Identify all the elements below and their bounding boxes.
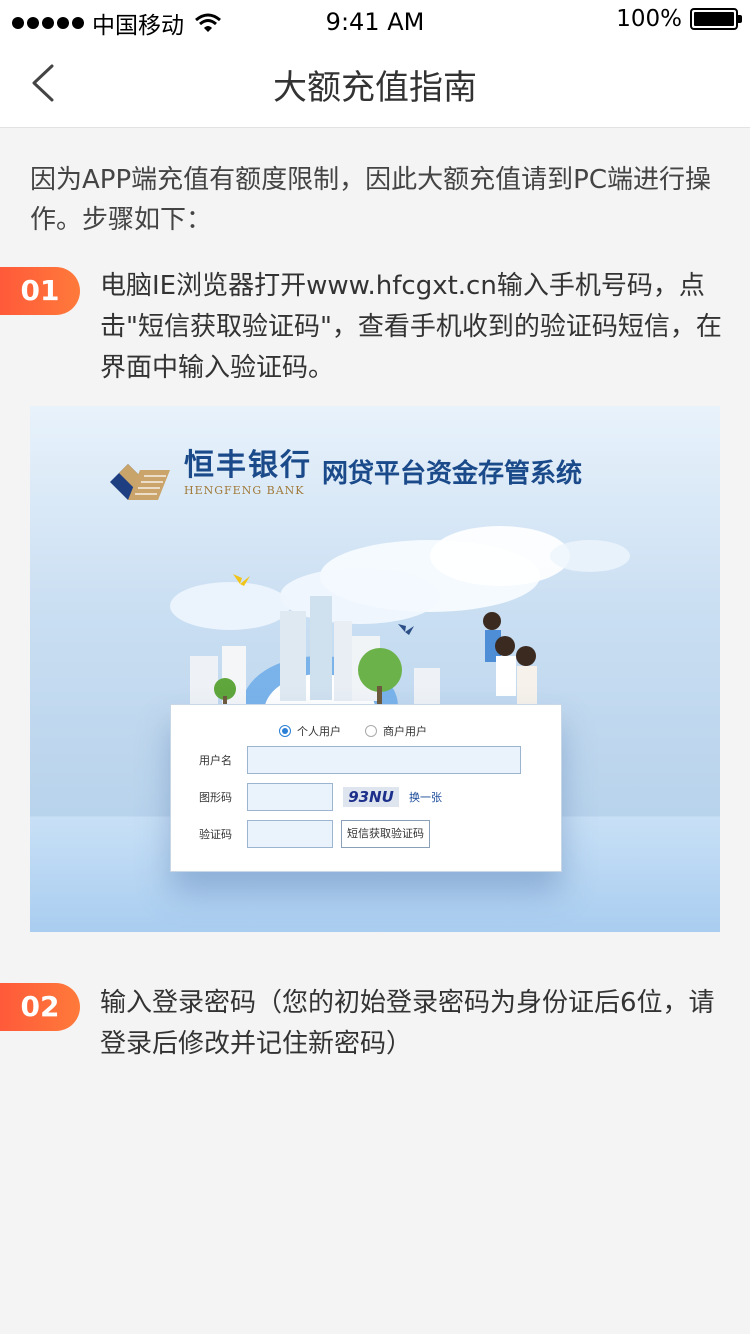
step-1-text: 电脑IE浏览器打开www.hfcgxt.cn输入手机号码，点击"短信获取验证码"… bbox=[100, 271, 722, 383]
user-type-radio-group: 个人用户 商户用户 bbox=[279, 723, 427, 739]
radio-personal-user: 个人用户 bbox=[279, 723, 341, 739]
username-field bbox=[247, 746, 521, 774]
captcha-row: 图形码 93NU 换一张 bbox=[199, 783, 442, 811]
sms-code-label: 验证码 bbox=[199, 828, 232, 841]
bank-brand: 恒丰银行 HENGFENG BANK 网贷平台资金存管系统 bbox=[184, 440, 582, 497]
page-title: 大额充值指南 bbox=[273, 68, 477, 108]
navigation-bar: 大额充值指南 bbox=[0, 40, 750, 128]
captcha-label: 图形码 bbox=[199, 791, 232, 804]
bank-name-block: 恒丰银行 HENGFENG BANK bbox=[184, 440, 312, 497]
radio-personal-label: 个人用户 bbox=[297, 725, 341, 738]
username-label: 用户名 bbox=[199, 754, 232, 767]
step-2-text: 输入登录密码（您的初始登录密码为身份证后6位，请登录后修改并记住新密码） bbox=[100, 988, 715, 1059]
radio-business-user: 商户用户 bbox=[365, 723, 427, 739]
bank-name-en: HENGFENG BANK bbox=[184, 484, 305, 497]
refresh-captcha-link: 换一张 bbox=[409, 791, 442, 804]
radio-selected-icon bbox=[279, 725, 291, 737]
login-screenshot-illustration: 恒丰银行 HENGFENG BANK 网贷平台资金存管系统 个人用户 商户用户 … bbox=[30, 406, 720, 932]
battery-icon bbox=[690, 8, 742, 30]
login-form-card: 个人用户 商户用户 用户名 图形码 93NU 换一张 验证码 短信获取验证码 bbox=[170, 704, 562, 872]
radio-business-label: 商户用户 bbox=[383, 725, 427, 738]
captcha-image: 93NU bbox=[343, 787, 399, 807]
status-right: 100% bbox=[616, 6, 742, 32]
sms-code-field bbox=[247, 820, 333, 848]
radio-unselected-icon bbox=[365, 725, 377, 737]
battery-percentage: 100% bbox=[616, 6, 682, 32]
captcha-field bbox=[247, 783, 333, 811]
system-name: 网贷平台资金存管系统 bbox=[322, 459, 583, 489]
status-bar: 中国移动 9:41 AM 100% bbox=[0, 0, 750, 40]
intro-text: 因为APP端充值有额度限制，因此大额充值请到PC端进行操作。步骤如下： bbox=[30, 165, 711, 235]
username-row: 用户名 bbox=[199, 746, 521, 774]
bank-name-cn: 恒丰银行 bbox=[184, 448, 312, 483]
step-2-badge: 02 bbox=[0, 983, 80, 1031]
sms-code-row: 验证码 短信获取验证码 bbox=[199, 820, 430, 848]
step-1-badge: 01 bbox=[0, 267, 80, 315]
get-sms-code-button: 短信获取验证码 bbox=[341, 820, 430, 848]
